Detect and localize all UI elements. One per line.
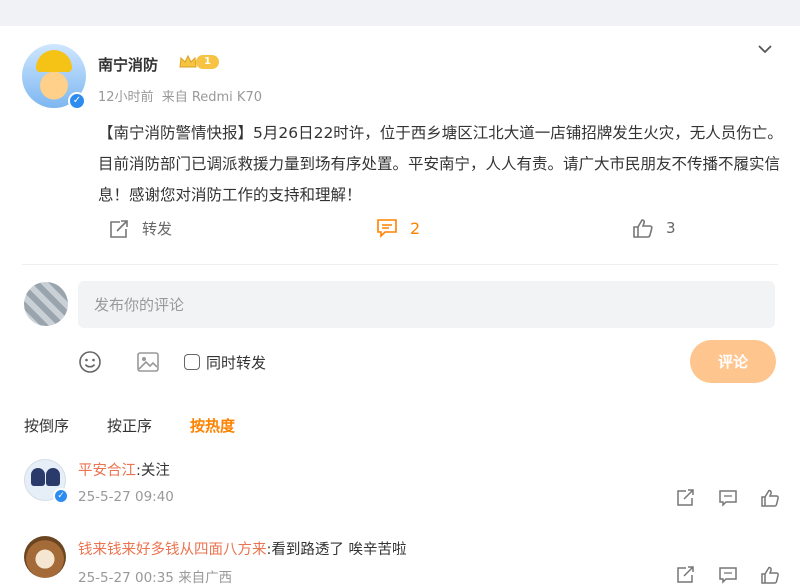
author-avatar[interactable]: ✓ [22,44,86,110]
post-actions: 转发 2 3 [0,214,800,246]
comment-time-location: 25-5-27 00:35 来自广西 [78,566,232,586]
reply-icon[interactable] [718,489,738,507]
thumbs-up-icon [633,219,653,238]
author-name[interactable]: 南宁消防 [98,54,158,75]
police-figure [31,468,45,486]
like-count: 3 [666,219,676,237]
comment-text: :看到路透了 唉辛苦啦 [266,542,407,558]
comment-time: 25-5-27 09:40 [78,489,174,505]
vip-badge[interactable]: 1 [178,54,219,70]
comment-input[interactable] [78,281,775,328]
comment-count: 2 [410,218,421,238]
comment-button[interactable]: 2 [376,218,420,238]
comment-actions [676,489,800,507]
vip-level: 1 [196,55,219,69]
submit-comment-button[interactable]: 评论 [690,340,776,383]
like-button[interactable]: 3 [632,218,676,238]
comment-sort-tabs: 按倒序 按正序 按热度 [24,415,273,436]
verified-icon: ✓ [68,92,86,110]
post-source: 来自 Redmi K70 [161,90,262,105]
repost-icon[interactable] [676,566,696,584]
thumbs-up-icon[interactable] [760,489,780,507]
current-user-avatar [24,282,68,326]
comment-time: 25-5-27 00:35 [78,570,174,586]
comment-line: 钱来钱来好多钱从四面八方来:看到路透了 唉辛苦啦 [78,538,407,559]
comment-nick[interactable]: 钱来钱来好多钱从四面八方来 [78,542,267,558]
thumbs-up-icon[interactable] [760,566,780,584]
emoji-icon[interactable] [78,350,102,374]
repost-icon[interactable] [676,489,696,507]
post-content: 【南宁消防警情快报】5月26日22时许，位于西乡塘区江北大道一店铺招牌发生火灾，… [98,124,783,204]
composer-tools: 同时转发 [78,347,266,377]
sync-repost-label: 同时转发 [206,353,267,372]
repost-label: 转发 [142,220,173,238]
comment-text: :关注 [136,463,170,479]
repost-button[interactable]: 转发 [108,218,172,239]
tab-sort-asc[interactable]: 按正序 [107,415,152,436]
chevron-down-icon[interactable] [756,40,774,58]
comment-avatar[interactable]: ✓ [24,459,69,504]
post-time[interactable]: 12小时前 [98,90,154,105]
comment-nick[interactable]: 平安合江 [78,463,136,479]
police-figure [46,468,60,486]
repost-icon [110,219,128,238]
comment-icon [377,219,397,238]
verified-icon: ✓ [53,488,69,504]
tab-sort-desc[interactable]: 按倒序 [24,415,69,436]
sync-repost-checkbox[interactable] [184,354,200,370]
divider [22,264,778,265]
comment-line: 平安合江:关注 [78,459,170,480]
helmet-graphic [36,50,72,72]
comment-avatar[interactable] [24,536,66,578]
post-meta: 12小时前 来自 Redmi K70 [98,86,266,105]
reply-icon[interactable] [718,566,738,584]
sync-repost-option[interactable]: 同时转发 [184,352,266,373]
comment-location: 来自广西 [178,570,233,586]
tab-sort-hot[interactable]: 按热度 [190,415,235,436]
comment-actions [676,566,800,584]
image-icon[interactable] [136,350,160,374]
crown-icon [179,54,197,68]
